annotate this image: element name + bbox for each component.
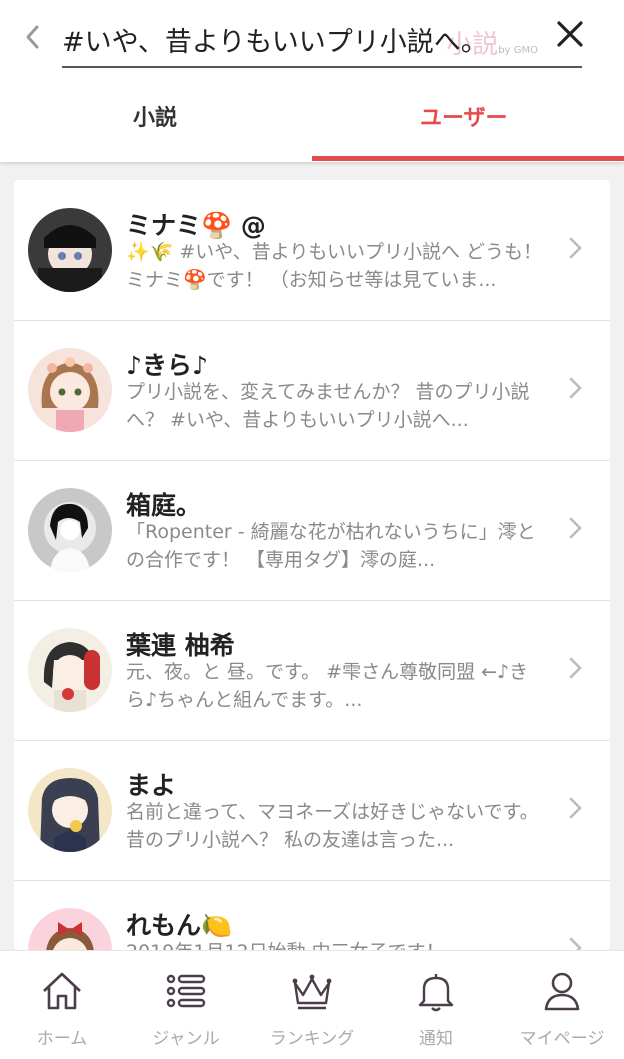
chevron-right-icon [569, 377, 582, 399]
back-button[interactable] [18, 22, 46, 52]
user-description: 2019年1月12日始動 中三女子です！ [126, 938, 546, 950]
user-name: ♪きら♪ [126, 351, 208, 380]
active-tab-indicator [312, 156, 624, 161]
avatar [28, 348, 112, 432]
list-item[interactable]: 葉連 柚希 元、夜。と 昼。です。 #雫さん尊敬同盟 ←♪きら♪ちゃんと組んでま… [14, 600, 610, 741]
person-icon [544, 972, 580, 1011]
bottom-nav: ホーム ジャンル ランキング 通知 マイページ [0, 950, 624, 1059]
nav-notifications[interactable]: 通知 [374, 951, 498, 1059]
list-item[interactable]: 箱庭。 「Ropenter - 綺麗な花が枯れないうちに」澪との合作です！ 【専… [14, 460, 610, 601]
avatar [28, 768, 112, 852]
nav-home[interactable]: ホーム [0, 951, 124, 1059]
user-name: ミナミ🍄 @ [126, 211, 266, 240]
search-query-text[interactable]: #いや、昔よりもいいプリ小説へ。 [62, 20, 488, 59]
list-icon [166, 974, 206, 1008]
close-icon[interactable] [554, 18, 586, 50]
user-description: 名前と違って、マヨネーズは好きじゃないです。 昔のプリ小説へ？ 私の友達は言った… [126, 801, 539, 851]
chevron-right-icon [569, 937, 582, 950]
bell-icon [418, 974, 454, 1012]
avatar [28, 208, 112, 292]
chevron-right-icon [569, 237, 582, 259]
user-description: ✨🌾 #いや、昔よりもいいプリ小説へ どうも！ミナミ🍄です！ （お知らせ等は見て… [126, 241, 542, 291]
tab-novel[interactable]: 小説 [133, 100, 177, 132]
avatar [28, 488, 112, 572]
user-name: まよ [126, 771, 177, 800]
user-name: 箱庭。 [126, 491, 202, 520]
chevron-right-icon [569, 797, 582, 819]
avatar [28, 628, 112, 712]
tab-user[interactable]: ユーザー [420, 100, 508, 132]
user-description: プリ小説を、変えてみませんか？ 昔のプリ小説へ？ #いや、昔よりもいいプリ小説へ… [126, 381, 530, 431]
search-input[interactable]: 小説by GMO #いや、昔よりもいいプリ小説へ。 [62, 10, 582, 68]
search-header: 小説by GMO #いや、昔よりもいいプリ小説へ。 小説 ユーザー [0, 0, 624, 162]
user-name: れもん🍋 [126, 911, 233, 940]
user-list: ミナミ🍄 @ ✨🌾 #いや、昔よりもいいプリ小説へ どうも！ミナミ🍄です！ （お… [14, 180, 610, 950]
list-item[interactable]: れもん🍋 2019年1月12日始動 中三女子です！ [14, 880, 610, 950]
crown-icon [292, 974, 332, 1010]
user-description: 「Ropenter - 綺麗な花が枯れないうちに」澪との合作です！ 【専用タグ】… [126, 521, 536, 571]
list-item[interactable]: ミナミ🍄 @ ✨🌾 #いや、昔よりもいいプリ小説へ どうも！ミナミ🍄です！ （お… [14, 180, 610, 321]
chevron-left-icon [26, 25, 39, 49]
nav-mypage[interactable]: マイページ [500, 951, 624, 1059]
nav-ranking[interactable]: ランキング [250, 951, 374, 1059]
home-icon [43, 972, 81, 1010]
chevron-right-icon [569, 517, 582, 539]
user-name: 葉連 柚希 [126, 631, 235, 660]
user-description: 元、夜。と 昼。です。 #雫さん尊敬同盟 ←♪きら♪ちゃんと組んでます。... [126, 661, 529, 711]
list-item[interactable]: ♪きら♪ プリ小説を、変えてみませんか？ 昔のプリ小説へ？ #いや、昔よりもいい… [14, 320, 610, 461]
list-item[interactable]: まよ 名前と違って、マヨネーズは好きじゃないです。 昔のプリ小説へ？ 私の友達は… [14, 740, 610, 881]
avatar [28, 908, 112, 950]
chevron-right-icon [569, 657, 582, 679]
nav-genre[interactable]: ジャンル [124, 951, 248, 1059]
